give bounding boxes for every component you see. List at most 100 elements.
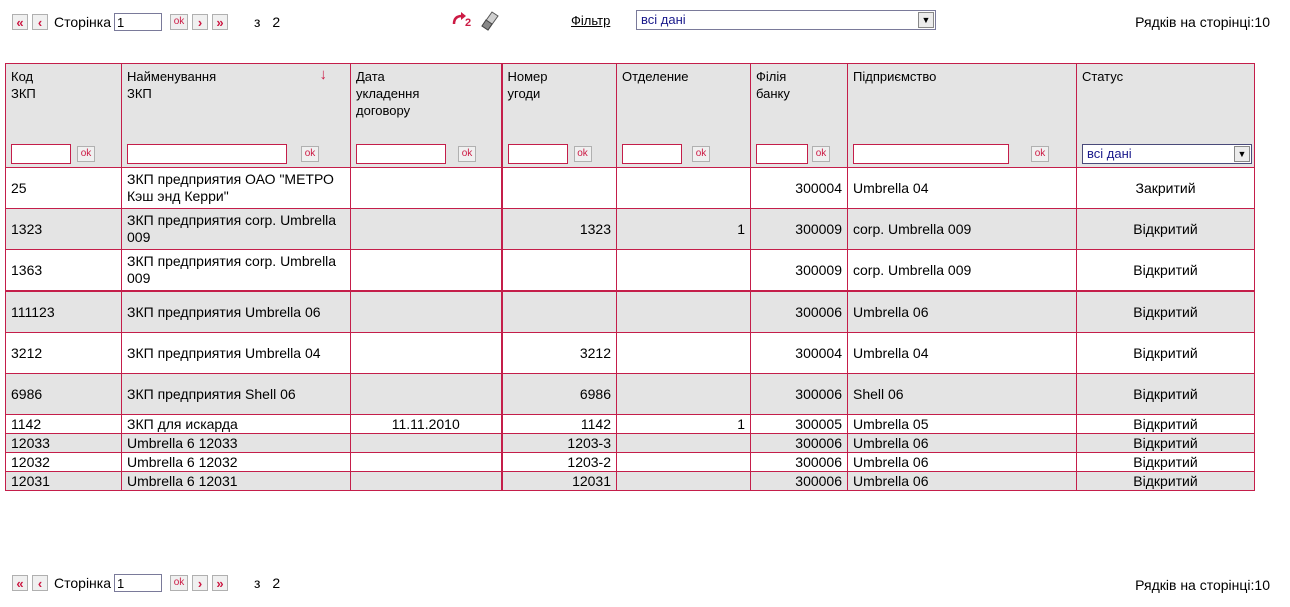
table-row[interactable]: 25 ЗКП предприятия ОАО "МЕТРО Кэш энд Кер… bbox=[5, 167, 1255, 209]
eraser-icon[interactable] bbox=[478, 8, 500, 32]
table-row[interactable]: 1142 ЗКП для искарда 11.11.2010 1142 1 300005… bbox=[5, 414, 1255, 434]
cell-agreement: 1203-3 bbox=[501, 433, 617, 453]
total-pages: 2 bbox=[272, 14, 281, 30]
page-ok-button[interactable]: ok bbox=[170, 575, 188, 591]
total-pages: 2 bbox=[272, 575, 281, 591]
last-page-button[interactable]: » bbox=[212, 14, 228, 30]
cell-status: Закритий bbox=[1076, 167, 1255, 209]
cell-date: 11.11.2010 bbox=[350, 414, 503, 434]
bottom-pager: « ‹ Сторінка ok › » з 2 bbox=[12, 571, 280, 595]
table-body: 25 ЗКП предприятия ОАО "МЕТРО Кэш энд Кер… bbox=[5, 167, 1255, 491]
filter-name-input[interactable] bbox=[127, 144, 287, 164]
cell-branch: 300006 bbox=[750, 433, 848, 453]
page-label: Сторінка bbox=[54, 575, 111, 591]
filter-branch-input[interactable] bbox=[756, 144, 808, 164]
cell-code: 1142 bbox=[5, 414, 122, 434]
filter-agreement-input[interactable] bbox=[507, 144, 568, 164]
cell-status: Відкритий bbox=[1076, 208, 1255, 250]
filter-branch-ok-button[interactable]: ok bbox=[812, 146, 830, 162]
table-row[interactable]: 111123 ЗКП предприятия Umbrella 06 300006 U… bbox=[5, 290, 1255, 333]
cell-status: Відкритий bbox=[1076, 452, 1255, 472]
filter-name-ok-button[interactable]: ok bbox=[301, 146, 319, 162]
rows-per-page-top: Рядків на сторінці:10 bbox=[1135, 14, 1270, 30]
cell-code: 25 bbox=[5, 167, 122, 209]
data-table: Код ЗКП ok Найменування ЗКП ↓ ok Дата ук… bbox=[5, 63, 1255, 491]
cell-name: Umbrella 6 12032 bbox=[121, 452, 351, 472]
table-row[interactable]: 1323 ЗКП предприятия corp. Umbrella 009 13… bbox=[5, 208, 1255, 250]
page-ok-button[interactable]: ok bbox=[170, 14, 188, 30]
cell-department bbox=[616, 471, 751, 491]
filter-department-input[interactable] bbox=[622, 144, 682, 164]
filter-department-ok-button[interactable]: ok bbox=[692, 146, 710, 162]
page-number-input[interactable] bbox=[114, 13, 162, 31]
col-header-date: Дата укладення договору ok bbox=[350, 63, 503, 168]
cell-department bbox=[616, 332, 751, 374]
table-row[interactable]: 12031 Umbrella 6 12031 12031 300006 Umbrella… bbox=[5, 471, 1255, 491]
cell-status: Відкритий bbox=[1076, 471, 1255, 491]
toolbar-icons: 2 bbox=[450, 8, 500, 32]
cell-date bbox=[350, 471, 503, 491]
table-row[interactable]: 1363 ЗКП предприятия corp. Umbrella 009 30… bbox=[5, 249, 1255, 292]
sort-arrow-down-icon[interactable]: ↓ bbox=[320, 66, 328, 83]
cell-code: 12032 bbox=[5, 452, 122, 472]
table-row[interactable]: 3212 ЗКП предприятия Umbrella 04 3212 30000… bbox=[5, 332, 1255, 374]
of-label: з bbox=[254, 14, 261, 30]
cell-agreement bbox=[501, 290, 617, 333]
of-label: з bbox=[254, 575, 261, 591]
table-row[interactable]: 6986 ЗКП предприятия Shell 06 6986 300006 Sh… bbox=[5, 373, 1255, 415]
cell-status: Відкритий bbox=[1076, 249, 1255, 292]
prev-page-button[interactable]: ‹ bbox=[32, 575, 48, 591]
next-page-button[interactable]: › bbox=[192, 575, 208, 591]
filter-code-input[interactable] bbox=[11, 144, 71, 164]
filter-select-value: всі дані bbox=[641, 12, 686, 27]
first-page-button[interactable]: « bbox=[12, 14, 28, 30]
cell-name: ЗКП предприятия corp. Umbrella 009 bbox=[121, 208, 351, 250]
cell-date bbox=[350, 249, 503, 292]
page-number-input[interactable] bbox=[114, 574, 162, 592]
first-page-button[interactable]: « bbox=[12, 575, 28, 591]
filter-date-ok-button[interactable]: ok bbox=[458, 146, 476, 162]
cell-agreement: 3212 bbox=[501, 332, 617, 374]
filter-code-ok-button[interactable]: ok bbox=[77, 146, 95, 162]
filter-link[interactable]: Фільтр bbox=[571, 13, 610, 28]
filter-enterprise-input[interactable] bbox=[853, 144, 1009, 164]
cell-name: Umbrella 6 12031 bbox=[121, 471, 351, 491]
cell-enterprise: Shell 06 bbox=[847, 373, 1077, 415]
col-header-date-label: Дата укладення договору bbox=[356, 69, 420, 118]
col-header-department: Отделение ok bbox=[616, 63, 751, 168]
cell-branch: 300006 bbox=[750, 452, 848, 472]
filter-date-input[interactable] bbox=[356, 144, 446, 164]
cell-enterprise: Umbrella 06 bbox=[847, 471, 1077, 491]
filter-select[interactable]: всі дані ▼ bbox=[636, 10, 936, 30]
cell-branch: 300005 bbox=[750, 414, 848, 434]
table-row[interactable]: 12033 Umbrella 6 12033 1203-3 300006 Umbrell… bbox=[5, 433, 1255, 453]
chevron-down-icon[interactable]: ▼ bbox=[918, 12, 934, 28]
cell-date bbox=[350, 332, 503, 374]
status-filter-select[interactable]: всі дані ▼ bbox=[1082, 144, 1252, 164]
col-header-agreement: Номер угоди ok bbox=[501, 63, 617, 168]
chevron-down-icon[interactable]: ▼ bbox=[1234, 146, 1250, 162]
cell-agreement: 1323 bbox=[501, 208, 617, 250]
col-header-name: Найменування ЗКП ↓ ok bbox=[121, 63, 351, 168]
filter-enterprise-ok-button[interactable]: ok bbox=[1031, 146, 1049, 162]
table-row[interactable]: 12032 Umbrella 6 12032 1203-2 300006 Umbrell… bbox=[5, 452, 1255, 472]
cell-code: 12031 bbox=[5, 471, 122, 491]
prev-page-button[interactable]: ‹ bbox=[32, 14, 48, 30]
col-header-branch: Філія банку ok bbox=[750, 63, 848, 168]
cell-date bbox=[350, 167, 503, 209]
cell-code: 111123 bbox=[5, 290, 122, 333]
cell-department bbox=[616, 373, 751, 415]
cell-department bbox=[616, 433, 751, 453]
last-page-button[interactable]: » bbox=[212, 575, 228, 591]
cell-branch: 300006 bbox=[750, 373, 848, 415]
next-page-button[interactable]: › bbox=[192, 14, 208, 30]
header-row: Код ЗКП ok Найменування ЗКП ↓ ok Дата ук… bbox=[5, 63, 1255, 168]
cell-enterprise: Umbrella 04 bbox=[847, 167, 1077, 209]
cell-department bbox=[616, 290, 751, 333]
cell-branch: 300009 bbox=[750, 249, 848, 292]
cell-branch: 300004 bbox=[750, 332, 848, 374]
cell-date bbox=[350, 452, 503, 472]
refresh-icon[interactable]: 2 bbox=[450, 8, 476, 32]
col-header-status-label: Статус bbox=[1082, 69, 1124, 84]
filter-agreement-ok-button[interactable]: ok bbox=[573, 146, 592, 162]
